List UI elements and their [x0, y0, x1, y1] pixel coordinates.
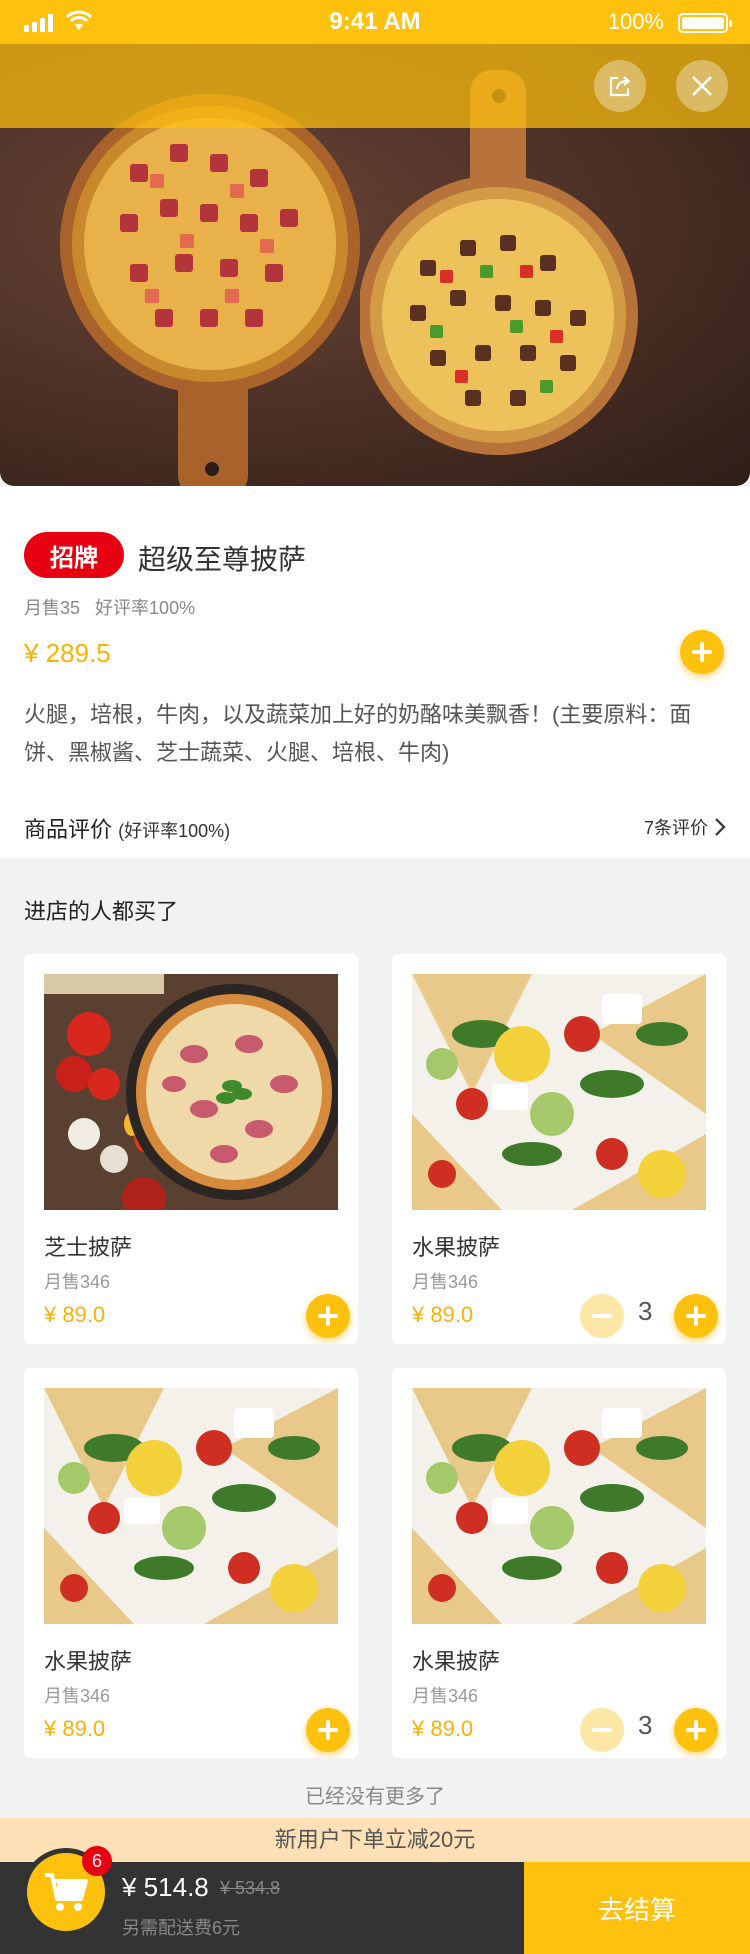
reviews-rating: (好评率100%): [118, 821, 231, 841]
product-card-price: ¥ 89.0: [44, 1302, 106, 1327]
product-card-name: 水果披萨: [412, 1649, 501, 1674]
product-thumbnail: [412, 974, 706, 1210]
product-card-sales: 月售346: [412, 1272, 479, 1292]
close-button[interactable]: [676, 60, 728, 112]
product-stats: 月售35 好评率100%: [24, 594, 195, 620]
cart-bar: ¥ 514.8 ¥ 534.8 另需配送费6元 去结算: [0, 1862, 750, 1954]
reviews-title: 商品评价: [24, 817, 113, 842]
add-button[interactable]: [674, 1294, 718, 1338]
product-card-sales: 月售346: [412, 1686, 479, 1706]
product-thumbnail: [412, 1388, 706, 1624]
product-card-sales: 月售346: [44, 1272, 111, 1292]
product-description: 火腿，培根，牛肉，以及蔬菜加上好的奶酪味美飘香！(主要原料：面饼、黑椒酱、芝士蔬…: [24, 702, 692, 765]
product-name: 超级至尊披萨: [138, 544, 307, 575]
quantity-value: 3: [638, 1710, 653, 1740]
end-of-list-text: 已经没有更多了: [305, 1786, 445, 1808]
product-card[interactable]: 水果披萨 月售346 ¥ 89.0 3: [392, 1368, 726, 1758]
product-thumbnail: [44, 1388, 338, 1624]
section-title: 进店的人都买了: [24, 899, 179, 924]
decrease-button[interactable]: [580, 1294, 624, 1338]
product-card-name: 芝士披萨: [44, 1235, 133, 1260]
product-hero-image: [0, 44, 750, 486]
checkout-button[interactable]: 去结算: [524, 1862, 750, 1954]
add-button[interactable]: [306, 1294, 350, 1338]
close-icon: [692, 76, 712, 96]
quantity-value: 3: [638, 1296, 653, 1326]
product-card-price: ¥ 89.0: [412, 1302, 474, 1327]
battery-icon: [678, 13, 732, 33]
status-bar: 9:41 AM 100%: [0, 0, 750, 44]
delivery-fee: 另需配送费6元: [122, 1918, 241, 1938]
decrease-button[interactable]: [580, 1708, 624, 1752]
pizza-image-left: [60, 94, 360, 486]
product-card-sales: 月售346: [44, 1686, 111, 1706]
reviews-label: 商品评价 (好评率100%): [24, 812, 230, 844]
cart-count-badge: 6: [82, 1846, 112, 1876]
shopping-cart-icon: [45, 1873, 88, 1911]
add-button[interactable]: [674, 1708, 718, 1752]
reviews-row[interactable]: 商品评价 (好评率100%) 7条评价: [0, 806, 750, 858]
product-info: 招牌 超级至尊披萨 月售35 好评率100% ¥ 289.5 火腿，培根，牛肉，…: [0, 486, 750, 858]
add-button[interactable]: [306, 1708, 350, 1752]
product-card[interactable]: 水果披萨 月售346 ¥ 89.0 3: [392, 954, 726, 1344]
chevron-right-icon: [715, 818, 726, 836]
signature-tag: 招牌: [24, 532, 124, 578]
promo-banner: 新用户下单立减20元: [0, 1818, 750, 1862]
product-card[interactable]: 水果披萨 月售346 ¥ 89.0: [24, 1368, 358, 1758]
share-button[interactable]: [594, 60, 646, 112]
product-card-name: 水果披萨: [44, 1649, 133, 1674]
cart-total: ¥ 514.8: [122, 1872, 209, 1902]
reviews-count: 7条评价: [643, 818, 708, 838]
product-card-name: 水果披萨: [412, 1235, 501, 1260]
product-rating: 好评率100%: [95, 598, 196, 618]
product-thumbnail: [44, 974, 338, 1210]
product-card[interactable]: 芝士披萨 月售346 ¥ 89.0: [24, 954, 358, 1344]
product-price: ¥ 289.5: [24, 638, 111, 668]
reviews-link[interactable]: 7条评价: [644, 814, 726, 840]
product-card-price: ¥ 89.0: [412, 1716, 474, 1741]
battery-percent: 100%: [607, 9, 664, 34]
add-to-cart-button[interactable]: [680, 630, 724, 674]
cart-original-price: ¥ 534.8: [220, 1878, 281, 1898]
product-sales: 月售35: [24, 598, 81, 618]
product-card-price: ¥ 89.0: [44, 1716, 106, 1741]
share-icon: [609, 76, 631, 97]
